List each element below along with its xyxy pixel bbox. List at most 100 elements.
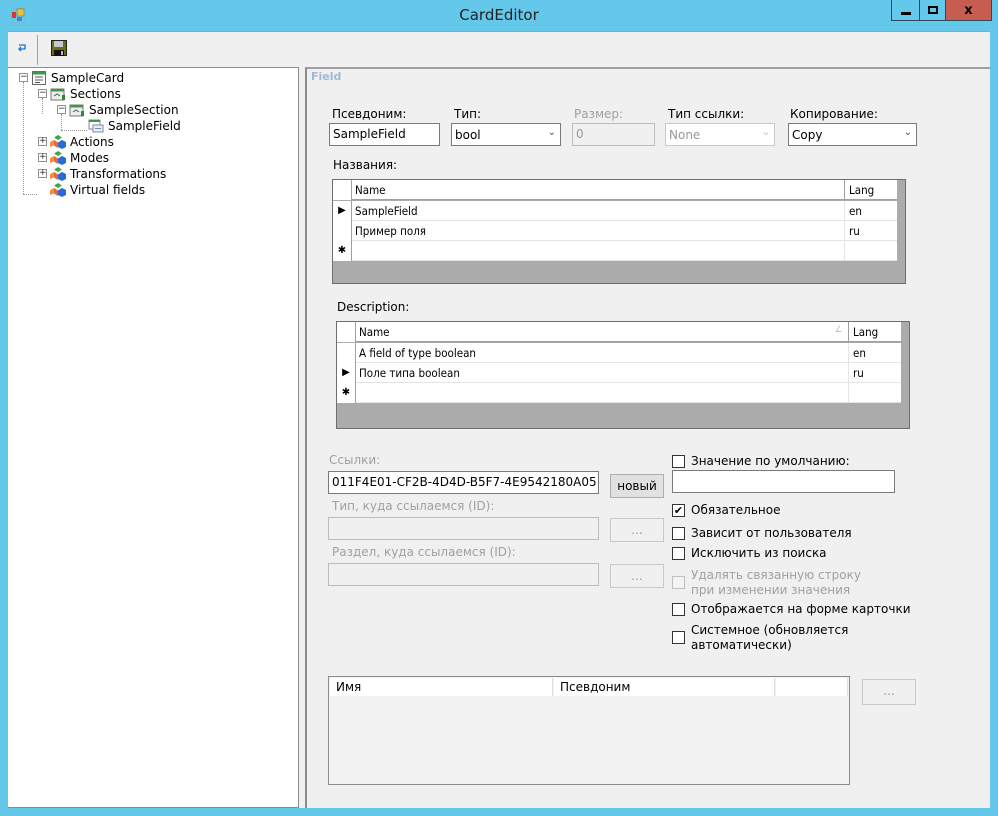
- tree-node-samplesection[interactable]: SampleSection: [69, 102, 179, 118]
- alias-input[interactable]: SampleField: [329, 123, 440, 146]
- tree-node-label: SampleCard: [51, 71, 125, 85]
- cell-name[interactable]: Пример поля: [353, 221, 845, 241]
- user-dependent-checkbox[interactable]: Зависит от пользователя: [672, 526, 852, 540]
- row-header: [337, 343, 356, 363]
- current-row-icon: ▶: [333, 201, 352, 221]
- column-header-alias[interactable]: Псевдоним: [554, 678, 775, 696]
- cell-lang[interactable]: [851, 383, 901, 403]
- maximize-button[interactable]: [919, 0, 946, 21]
- cell-name[interactable]: A field of type boolean: [357, 343, 849, 363]
- tree-node-virtual-fields[interactable]: Virtual fields: [50, 182, 145, 198]
- browse-ref-type-button[interactable]: ...: [610, 518, 664, 542]
- close-button[interactable]: x: [945, 0, 992, 21]
- expand-toggle[interactable]: +: [38, 137, 47, 146]
- cell-lang[interactable]: en: [847, 201, 897, 221]
- column-header-name[interactable]: Name: [353, 180, 845, 200]
- ref-section-input[interactable]: [328, 563, 599, 586]
- tree-node-samplefield[interactable]: SampleField: [88, 118, 181, 134]
- checkbox-label: Обязательное: [691, 503, 781, 517]
- cubes-icon: [50, 166, 66, 182]
- cell-name[interactable]: [357, 383, 849, 403]
- collapse-toggle[interactable]: −: [57, 105, 66, 114]
- exclude-search-checkbox[interactable]: Исключить из поиска: [672, 546, 827, 560]
- expand-toggle[interactable]: +: [38, 153, 47, 162]
- table-row[interactable]: ▶ SampleField en: [333, 201, 897, 221]
- checkbox-box: [672, 603, 685, 616]
- checkbox-label: Значение по умолчанию:: [691, 454, 850, 468]
- browse-ref-section-button[interactable]: ...: [610, 564, 664, 588]
- cell-lang[interactable]: en: [851, 343, 901, 363]
- system-checkbox[interactable]: Системное (обновляется автоматически): [672, 623, 892, 653]
- cell-lang[interactable]: ru: [847, 221, 897, 241]
- delete-linked-row-checkbox[interactable]: Удалять связанную строку при изменении з…: [672, 568, 892, 598]
- type-select[interactable]: bool ⌄: [451, 123, 561, 146]
- tree-node-modes[interactable]: Modes: [50, 150, 109, 166]
- copy-select[interactable]: Copy ⌄: [788, 123, 917, 146]
- links-input[interactable]: 011F4E01-CF2B-4D4D-B5F7-4E9542180A05: [328, 471, 599, 494]
- column-header-lang[interactable]: Lang: [851, 322, 901, 342]
- tree-line: [23, 194, 37, 195]
- cubes-icon: [50, 134, 66, 150]
- shown-on-form-checkbox[interactable]: Отображается на форме карточки: [672, 602, 911, 616]
- row-header-corner: [337, 322, 356, 342]
- grid-header: Name ∠ Lang: [337, 322, 901, 342]
- save-button[interactable]: [48, 38, 70, 60]
- ref-type-label: Тип, куда ссылаемся (ID):: [332, 499, 495, 513]
- browse-list-button[interactable]: ...: [862, 679, 916, 705]
- cubes-icon: [50, 150, 66, 166]
- collapse-toggle[interactable]: −: [38, 89, 47, 98]
- tree-node-label: Modes: [70, 151, 109, 165]
- tree-line: [42, 98, 43, 114]
- column-header-empty[interactable]: [776, 678, 848, 696]
- checkbox-label: Удалять связанную строку при изменении з…: [691, 568, 861, 597]
- tree-node-label: SampleField: [108, 119, 181, 133]
- link-type-select[interactable]: None ⌄: [665, 123, 775, 146]
- default-value-input[interactable]: [672, 470, 895, 493]
- tree-node-sections[interactable]: Sections: [50, 86, 121, 102]
- names-grid[interactable]: Name Lang ▶ SampleField en Пример поля r…: [332, 179, 906, 284]
- tree-node-label: Sections: [70, 87, 121, 101]
- new-row[interactable]: ✱: [337, 383, 901, 403]
- type-label: Тип:: [454, 107, 482, 121]
- table-row[interactable]: ▶ Поле типа boolean ru: [337, 363, 901, 383]
- cell-name[interactable]: [353, 241, 845, 261]
- panel-title: Field: [311, 70, 342, 83]
- sort-icon: ∠: [834, 325, 842, 335]
- tree-node-actions[interactable]: Actions: [50, 134, 114, 150]
- new-link-button[interactable]: новый: [610, 474, 664, 498]
- checkbox-label: Зависит от пользователя: [691, 526, 852, 540]
- cell-name[interactable]: Поле типа boolean: [357, 363, 849, 383]
- refresh-button[interactable]: [11, 38, 33, 60]
- table-row[interactable]: Пример поля ru: [333, 221, 897, 241]
- description-grid[interactable]: Name ∠ Lang A field of type boolean en ▶…: [336, 321, 910, 429]
- column-header-name[interactable]: Name ∠: [357, 322, 849, 342]
- collapse-toggle[interactable]: −: [19, 73, 28, 82]
- window-client: − SampleCard − Sections − SampleSection: [8, 31, 990, 808]
- card-tree[interactable]: − SampleCard − Sections − SampleSection: [8, 67, 299, 808]
- column-header-name[interactable]: Имя: [330, 678, 553, 696]
- row-header: [333, 221, 352, 241]
- ref-type-input[interactable]: [328, 517, 599, 540]
- column-header-lang[interactable]: Lang: [847, 180, 897, 200]
- sections-icon: [50, 86, 66, 102]
- expand-toggle[interactable]: +: [38, 169, 47, 178]
- bottom-list[interactable]: Имя Псевдоним: [328, 676, 850, 785]
- tree-node-transformations[interactable]: Transformations: [50, 166, 166, 182]
- grid-header: Name Lang: [333, 180, 897, 200]
- floppy-disk-icon: [51, 39, 67, 59]
- row-header-corner: [333, 180, 352, 200]
- chevron-down-icon: ⌄: [761, 127, 770, 138]
- current-row-icon: ▶: [337, 363, 356, 383]
- cell-name[interactable]: SampleField: [353, 201, 845, 221]
- cell-lang[interactable]: [847, 241, 897, 261]
- return-arrow-icon: [16, 42, 28, 57]
- default-value-checkbox[interactable]: Значение по умолчанию:: [672, 454, 850, 468]
- size-input[interactable]: 0: [572, 123, 655, 146]
- tree-node-samplecard[interactable]: SampleCard: [31, 70, 124, 86]
- table-row[interactable]: A field of type boolean en: [337, 343, 901, 363]
- cell-lang[interactable]: ru: [851, 363, 901, 383]
- copy-select-value: Copy: [792, 128, 823, 142]
- minimize-button[interactable]: [891, 0, 920, 21]
- required-checkbox[interactable]: ✔ Обязательное: [672, 503, 780, 517]
- new-row[interactable]: ✱: [333, 241, 897, 261]
